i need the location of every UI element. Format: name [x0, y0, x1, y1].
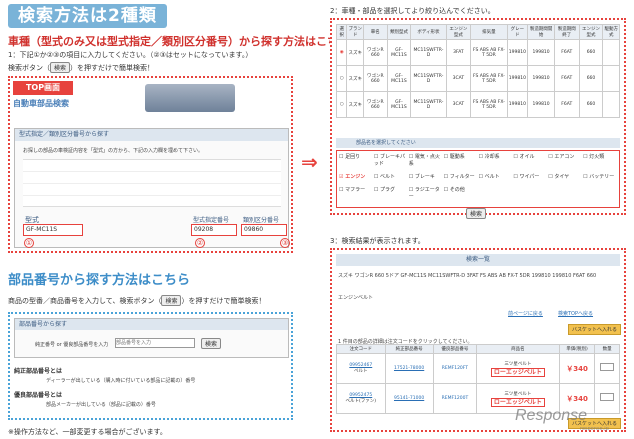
product-banner-image — [145, 84, 235, 112]
product-name: ローエッジベルト — [490, 368, 545, 377]
vehicle-table: 選択 ブランド 車名 類別型式 ボディ形状 エンジン型式 排気量 グレード 製造… — [335, 24, 620, 118]
part-checkbox[interactable]: ☐ 電気・点火系 — [409, 153, 443, 172]
type-form: 型式指定／類別区分番号から探す お探しの部品の車検証内容を「型式」の方から、下記… — [14, 128, 289, 248]
vehicle-table-header: 選択 ブランド 車名 類別型式 ボディ形状 エンジン型式 排気量 グレード 製造… — [335, 24, 620, 40]
part-checkbox[interactable]: ☐ 冷却系 — [479, 153, 513, 172]
category-number-input[interactable]: 09860 — [241, 224, 287, 236]
marker-3: ③ — [280, 238, 290, 248]
order-code-link[interactable]: 09952467 — [349, 363, 372, 368]
price: ￥340 — [558, 353, 596, 384]
step1-hint: 検索ボタン（ 検索 ）を押すだけで簡単検索！ — [8, 62, 155, 73]
parts-checklist: ☐ 足回り ☐ ブレーキパッド ☐ 電気・点火系 ☐ 駆動系 ☐ 冷却系 ☐ オ… — [336, 150, 620, 208]
row-radio[interactable]: ○ — [335, 65, 348, 92]
genuine-number[interactable]: 17521-78000 — [384, 353, 434, 384]
watermark-url: response.jp — [580, 426, 609, 432]
select-panel: 選択 ブランド 車名 類別型式 ボディ形状 エンジン型式 排気量 グレード 製造… — [330, 18, 626, 219]
part-checkbox[interactable]: ☐ ベルト — [374, 173, 408, 185]
type-form-note: お探しの部品の車検証内容を「型式」の方から、下記の入力欄を埋めて下さい。 — [23, 148, 204, 154]
part-checkbox[interactable]: ☐ 足回り — [339, 153, 373, 172]
row-radio[interactable]: ◉ — [335, 39, 348, 66]
top-subtitle: 自動車部品検索 — [13, 99, 69, 108]
model-type-input[interactable]: GF-MC11S — [23, 224, 83, 236]
car-search-panel: TOP画面 自動車部品検索 型式指定／類別区分番号から探す お探しの部品の車検証… — [8, 76, 293, 253]
part-checkbox[interactable]: ☐ その他 — [444, 186, 478, 205]
top-page-link[interactable]: 検索TOPへ戻る — [558, 310, 593, 317]
result-category: エンジンベルト — [338, 295, 374, 301]
table-row[interactable]: ○ スズキ ワゴンR 660 GF-MC11S MC11SWFTR-D 3CAT FS A… — [335, 65, 620, 92]
order-code-link[interactable]: 09952475 — [349, 393, 372, 398]
parts-title: 部品名を選択してください — [336, 138, 620, 148]
part-checkbox[interactable]: ☐ ラジエーター — [409, 186, 443, 205]
part-number-label: 純正番号 or 優良部品番号を入力 — [35, 342, 109, 348]
heading-car-search: 車種（型式のみ又は型式指定／類別区分番号）から探す方法はこちら — [8, 35, 349, 48]
table-row[interactable]: ◉ スズキ ワゴンR 660 GF-MC11S MC11SWFTR-D 3FAT FS A… — [335, 39, 620, 66]
parts-search-button[interactable]: 検索 — [466, 208, 487, 219]
result-title: 検索一覧 — [336, 254, 620, 266]
product-name: ローエッジベルト — [490, 398, 545, 407]
part-checkbox[interactable]: ☐ ブレーキパッド — [374, 153, 408, 172]
page-title: 検索方法は2種類 — [8, 4, 167, 28]
part-checkbox[interactable]: ☐ 駆動系 — [444, 153, 478, 172]
type-form-rows — [23, 159, 281, 207]
type-designation-input[interactable]: 09208 — [191, 224, 237, 236]
row-radio[interactable]: ○ — [335, 91, 348, 118]
part-number-input[interactable] — [115, 338, 195, 348]
part-checkbox[interactable]: ☐ 灯火類 — [583, 153, 617, 172]
arrow-right-icon: ⇒ — [301, 150, 318, 174]
part-checkbox[interactable]: ☐ ワイパー — [513, 173, 547, 185]
step3-right: 3：検索結果が表示されます。 — [330, 237, 425, 245]
prev-page-link[interactable]: 前ページに戻る — [508, 310, 543, 317]
part-checkbox[interactable]: ☐ マフラー — [339, 186, 373, 205]
result-table-header: 注文コード 純正部品番号 優良部品番号 商品名 単価(税別) 数量 — [336, 344, 620, 354]
genuine-desc: ディーラーが出している（購入時に付いている部品に記載の）番号 — [46, 378, 196, 384]
quality-desc: 部品メーカーが出している（部品に記載の）番号 — [46, 402, 156, 408]
watermark: Response — [515, 407, 588, 424]
marker-2: ② — [195, 238, 205, 248]
search-button-sample: 検索 — [50, 62, 71, 73]
cart-button-top[interactable]: バスケットへ入れる — [568, 324, 622, 335]
type-form-title: 型式指定／類別区分番号から探す — [15, 129, 288, 141]
table-row[interactable]: 09952467 ベルト 17521-78000 REMF120FT 三ツ星ベルト… — [336, 353, 620, 384]
table-row[interactable]: ○ スズキ ワゴンR 660 GF-MC11S MC11SWFTR-D 3CAT FS A… — [335, 91, 620, 118]
part-search-panel: 部品番号から探す 純正番号 or 優良部品番号を入力 検索 純正部品番号とは デ… — [8, 312, 293, 420]
search-button-sample-2: 検索 — [161, 295, 182, 306]
field2-label: 型式指定番号 — [193, 217, 230, 224]
part-form: 部品番号から探す 純正番号 or 優良部品番号を入力 検索 — [14, 318, 289, 358]
genuine-title: 純正部品番号とは — [14, 368, 63, 375]
part-checkbox[interactable]: ☐ ベルト — [479, 173, 513, 185]
quantity-input[interactable] — [600, 363, 615, 372]
part-checkbox[interactable]: ☐ タイヤ — [548, 173, 582, 185]
result-panel: 検索一覧 スズキ ワゴンR 660 5ドア GF-MC11S MC11SWFTR… — [330, 248, 626, 432]
part-checkbox-checked[interactable]: ☑ エンジン — [339, 173, 373, 185]
heading-part-search: 部品番号から探す方法はこちら — [8, 273, 191, 288]
part-form-title: 部品番号から探す — [15, 319, 288, 330]
genuine-number[interactable]: 95141-71000 — [384, 383, 434, 414]
quality-number[interactable]: REMF120FT — [432, 353, 478, 384]
part-checkbox[interactable]: ☐ プラグ — [374, 186, 408, 205]
step2-hint: 商品の型番／商品番号を入力して、検索ボタン（ 検索 ）を押すだけで簡単検索！ — [8, 295, 266, 306]
part-checkbox[interactable]: ☐ オイル — [513, 153, 547, 172]
quantity-input[interactable] — [600, 393, 615, 402]
result-table: 注文コード 純正部品番号 優良部品番号 商品名 単価(税別) 数量 099524… — [336, 344, 620, 414]
quality-number[interactable]: REMF1200T — [432, 383, 478, 414]
part-search-button[interactable]: 検索 — [201, 338, 222, 349]
quality-title: 優良部品番号とは — [14, 392, 63, 399]
part-checkbox[interactable]: ☐ エアコン — [548, 153, 582, 172]
field3-label: 類別区分番号 — [243, 217, 280, 224]
part-checkbox[interactable]: ☐ バッテリー — [583, 173, 617, 185]
step2-right: 2：車種・部品を選択してより絞り込んでください。 — [330, 7, 495, 15]
top-badge: TOP画面 — [13, 81, 73, 95]
result-car: スズキ ワゴンR 660 5ドア GF-MC11S MC11SWFTR-D 3F… — [338, 273, 597, 279]
marker-1: ① — [24, 238, 34, 248]
part-checkbox[interactable]: ☐ フィルター — [444, 173, 478, 185]
part-checkbox[interactable]: ☐ ブレーキ — [409, 173, 443, 185]
step1-instruction: 1：下記①か②③の項目に入力してください。（②③はセットになっています。） — [8, 51, 253, 59]
footnote: ※操作方法など、一部変更する場合がございます。 — [8, 428, 167, 436]
